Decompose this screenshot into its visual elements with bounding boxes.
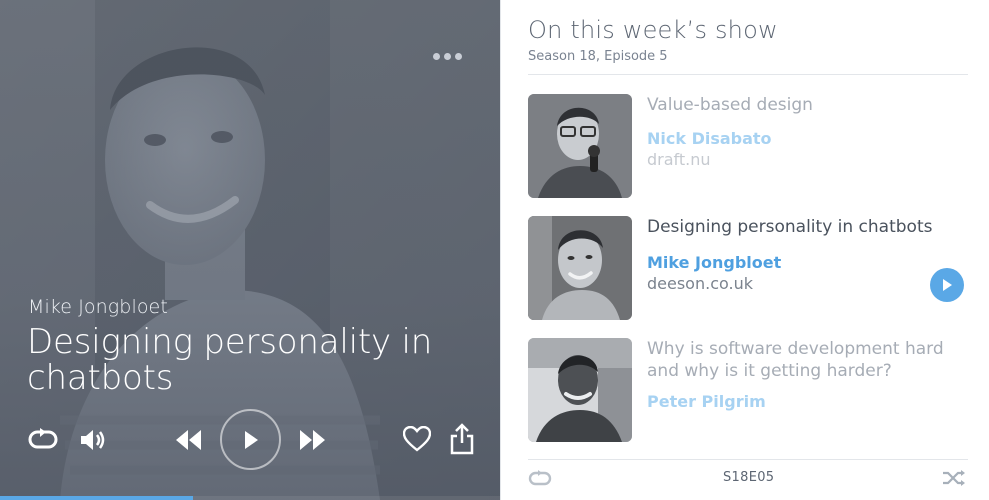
speaker-thumbnail (528, 94, 632, 198)
panel-title: On this week’s show (528, 16, 778, 44)
playback-progress-fill (0, 496, 193, 500)
repeat-icon[interactable] (26, 426, 60, 454)
episode-site: deeson.co.uk (647, 274, 753, 293)
footer-divider (528, 459, 968, 460)
playback-progress-bar[interactable] (0, 496, 500, 500)
episode-item[interactable]: Value-based design Nick Disabato draft.n… (528, 94, 968, 198)
episode-title: Why is software development hard and why… (647, 339, 944, 381)
panel-divider (528, 74, 968, 75)
episode-speaker: Peter Pilgrim (647, 392, 766, 411)
speaker-thumbnail (528, 216, 632, 320)
speaker-thumbnail (528, 338, 632, 442)
play-icon (943, 279, 952, 291)
repeat-icon[interactable] (528, 469, 552, 491)
rewind-icon[interactable] (172, 428, 204, 452)
episode-panel: On this week’s show Season 18, Episode 5… (500, 0, 989, 500)
episode-title: Designing personality in chatbots (647, 217, 933, 237)
now-playing-speaker: Mike Jongbloet (28, 296, 168, 318)
panel-subtitle: Season 18, Episode 5 (528, 49, 668, 64)
volume-icon[interactable] (78, 426, 108, 454)
episode-speaker: Mike Jongbloet (647, 253, 782, 272)
play-icon (244, 430, 258, 449)
heart-icon[interactable] (401, 424, 433, 454)
episode-item[interactable]: Why is software development hard and why… (528, 338, 968, 442)
now-playing-player: Mike Jongbloet Designing personality in … (0, 0, 500, 500)
episode-code: S18E05 (723, 470, 775, 485)
play-button[interactable] (220, 409, 281, 470)
episode-site: draft.nu (647, 150, 711, 169)
share-icon[interactable] (447, 422, 477, 456)
episode-item-active[interactable]: Designing personality in chatbots Mike J… (528, 216, 968, 320)
shuffle-icon[interactable] (941, 469, 967, 491)
episode-play-button[interactable] (930, 268, 964, 302)
episode-title: Value-based design (647, 95, 813, 115)
episode-speaker: Nick Disabato (647, 129, 772, 148)
more-options-icon[interactable] (430, 47, 464, 65)
fast-forward-icon[interactable] (297, 428, 329, 452)
now-playing-title: Designing personality in chatbots (27, 322, 433, 398)
